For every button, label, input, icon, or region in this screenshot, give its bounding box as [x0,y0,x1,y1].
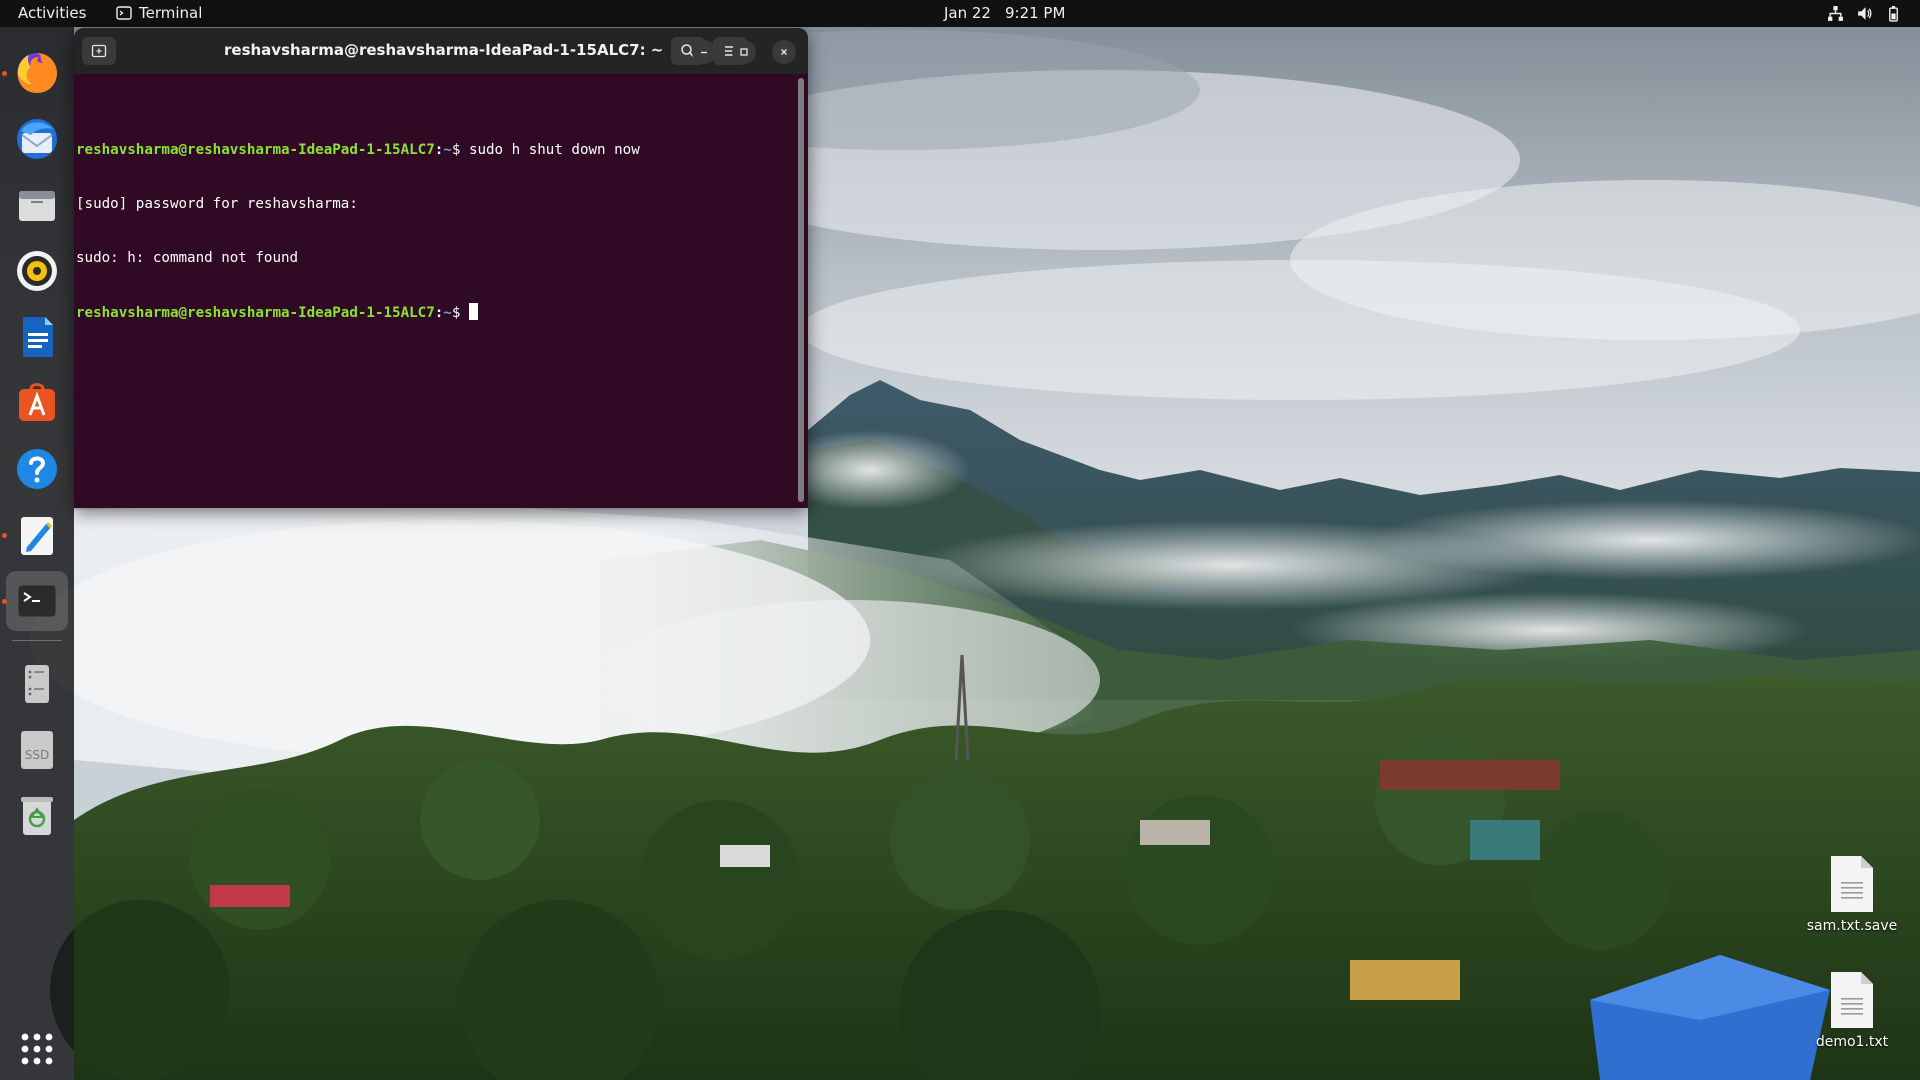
writer-icon [23,317,53,357]
command-text: sudo h shut down now [468,142,640,158]
new-tab-icon [91,44,107,58]
text-editor-icon [21,517,53,555]
prompt-separator: : [434,305,444,321]
terminal-line: sudo: h: command not found [76,250,299,266]
firefox-icon [17,53,57,93]
dock-trash[interactable] [6,785,68,845]
terminal-scrollbar[interactable] [798,78,804,502]
prompt-separator: : [434,142,444,158]
dock-text-editor[interactable] [6,505,68,565]
battery-icon [1889,6,1898,22]
terminal-small-icon [116,6,132,20]
desktop-file-demo1-txt[interactable]: demo1.txt [1797,970,1907,1050]
maximize-button[interactable] [732,40,756,64]
running-indicator [2,533,7,538]
close-button[interactable] [772,40,796,64]
dock-show-apps[interactable] [6,1019,68,1079]
app-grid-icon [21,1033,53,1065]
app-menu-terminal[interactable]: Terminal [116,4,202,22]
dock-firefox[interactable] [6,43,68,103]
text-file-icon [1831,856,1873,912]
terminal-output[interactable]: reshavsharma@reshavsharma-IdeaPad-1-15AL… [74,74,796,508]
terminal-icon [17,584,57,618]
activities-button[interactable]: Activities [18,4,86,22]
dock-rhythmbox[interactable] [6,241,68,301]
close-icon [781,49,787,55]
prompt-path: ~ [443,305,452,321]
dock-ubuntu-software[interactable] [6,373,68,433]
prompt-symbol: $ [451,142,469,158]
files-icon [19,191,55,221]
minimize-icon [701,51,707,54]
clock-date: Jan 22 [944,4,991,22]
dock-ssd[interactable]: SSD [6,719,68,779]
clock[interactable]: Jan 22 9:21 PM [944,4,1065,22]
clock-time: 9:21 PM [1004,4,1066,22]
software-icon [19,383,55,421]
desktop-file-label: demo1.txt [1815,1034,1889,1050]
terminal-line: reshavsharma@reshavsharma-IdeaPad-1-15AL… [76,303,796,321]
ssd-icon: SSD [21,731,53,769]
text-file-icon [1831,972,1873,1028]
dock-disk[interactable] [6,653,68,713]
help-icon [17,449,57,489]
dock-help[interactable] [6,439,68,499]
dock: SSD [0,27,74,1080]
dock-files[interactable] [6,175,68,235]
maximize-icon [740,48,748,56]
app-menu-label: Terminal [139,4,203,22]
top-bar: Activities Terminal Jan 22 9:21 PM [0,0,1920,27]
dock-libreoffice-writer[interactable] [6,307,68,367]
thunderbird-icon [17,119,57,159]
prompt-path: ~ [443,142,452,158]
terminal-window[interactable]: reshavsharma@reshavsharma-IdeaPad-1-15AL… [74,28,808,508]
desktop-file-label: sam.txt.save [1806,918,1898,934]
prompt-user: reshavsharma@reshavsharma-IdeaPad-1-15AL… [76,305,435,321]
minimize-button[interactable] [692,40,716,64]
disk-icon [25,665,49,703]
dock-separator [12,640,62,641]
desktop-file-sam-txt-save[interactable]: sam.txt.save [1797,854,1907,934]
running-indicator [2,599,7,604]
ssd-label: SSD [25,748,49,762]
volume-icon [1858,7,1872,20]
new-tab-button[interactable] [82,37,116,65]
terminal-title: reshavsharma@reshavsharma-IdeaPad-1-15AL… [224,41,664,59]
prompt-user: reshavsharma@reshavsharma-IdeaPad-1-15AL… [76,142,435,158]
terminal-line: [sudo] password for reshavsharma: [76,196,358,212]
system-tray[interactable] [1827,5,1902,22]
text-cursor [468,303,478,320]
network-icon [1828,6,1843,21]
dock-terminal[interactable] [6,571,68,631]
terminal-line: reshavsharma@reshavsharma-IdeaPad-1-15AL… [76,141,796,159]
prompt-symbol: $ [451,305,469,321]
dock-thunderbird[interactable] [6,109,68,169]
trash-icon [21,797,53,835]
rhythmbox-icon [17,251,57,291]
running-indicator [2,71,7,76]
